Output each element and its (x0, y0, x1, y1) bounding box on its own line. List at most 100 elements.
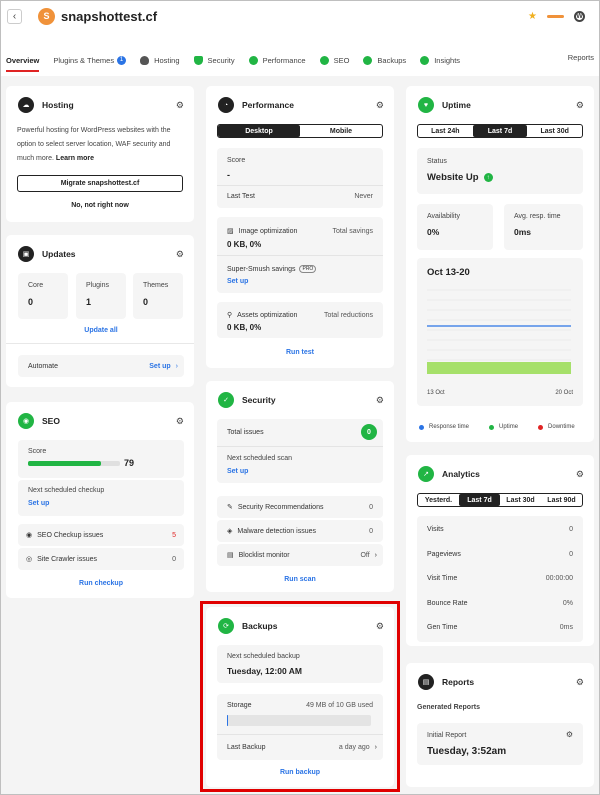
smush-setup-link[interactable]: Set up (227, 278, 248, 285)
seo-setup-link[interactable]: Set up (28, 500, 49, 507)
uptime-range-toggle: Last 24h Last 7d Last 30d (417, 124, 583, 138)
seo-issues-row[interactable]: ◉ SEO Checkup issues 5 (18, 524, 184, 546)
blocklist-row[interactable]: ▤ Blocklist monitor Off › (217, 544, 383, 566)
gear-icon[interactable]: ⚙ (576, 100, 584, 111)
tab-plugins-themes[interactable]: Plugins & Themes 1 (53, 52, 127, 68)
last-test-value: Never (354, 192, 373, 200)
response-time-value: 0ms (514, 227, 532, 237)
layers-icon: ◈ (227, 528, 233, 535)
plugins-tile[interactable]: Plugins 1 (76, 273, 126, 319)
tab-last-90d[interactable]: Last 90d (541, 494, 582, 506)
tab-label: Hosting (154, 55, 180, 65)
availability-tile: Availability 0% (417, 204, 493, 250)
themes-label: Themes (143, 282, 169, 289)
tab-yesterday[interactable]: Yesterd. (418, 494, 459, 506)
scan-setup-link[interactable]: Set up (227, 468, 248, 475)
cloud-icon: ☁ (18, 97, 34, 113)
reports-title: Reports (442, 677, 475, 687)
report-icon: ▤ (418, 674, 434, 690)
learn-more-link[interactable]: Learn more (56, 155, 94, 162)
automate-row[interactable]: Automate Set up › (18, 355, 184, 377)
recommendations-label: Security Recommendations (237, 503, 324, 511)
seo-issues-count: 5 (172, 531, 176, 539)
tab-performance[interactable]: Performance (248, 52, 306, 68)
tab-security[interactable]: Security (193, 52, 235, 68)
visits-row: Visits 0 (427, 522, 573, 536)
run-test-link[interactable]: Run test (217, 349, 383, 356)
core-tile[interactable]: Core 0 (18, 273, 68, 319)
back-button[interactable]: ‹ (7, 8, 22, 24)
themes-count: 0 (143, 297, 149, 307)
tab-last-24h[interactable]: Last 24h (418, 125, 473, 137)
security-recommendations-row[interactable]: ✎ Security Recommendations 0 (217, 496, 383, 518)
menu-bar-icon[interactable] (547, 14, 564, 18)
availability-value: 0% (427, 227, 440, 237)
gear-icon[interactable]: ⚙ (176, 416, 184, 427)
blocklist-label: Blocklist monitor (238, 551, 290, 559)
themes-tile[interactable]: Themes 0 (133, 273, 183, 319)
tab-insights[interactable]: Insights (420, 52, 460, 68)
total-issues-badge: 0 (361, 424, 377, 440)
tab-label: Overview (6, 55, 40, 65)
seo-score-value: 79 (124, 458, 135, 468)
gear-icon[interactable]: ⚙ (376, 100, 384, 111)
tab-last-30d[interactable]: Last 30d (500, 494, 541, 506)
gen-time-value: 0ms (559, 623, 573, 631)
last-test-label: Last Test (227, 192, 255, 200)
assets-optimization-value: 0 KB, 0% (227, 323, 262, 332)
tab-label: Plugins & Themes (53, 55, 115, 65)
tab-mobile[interactable]: Mobile (300, 125, 382, 137)
gear-icon[interactable]: ⚙ (576, 677, 584, 688)
tab-reports[interactable]: Reports (568, 53, 594, 62)
generated-reports-heading: Generated Reports (417, 704, 481, 711)
assets-optimization-label: Assets optimization (237, 311, 298, 319)
gear-icon[interactable]: ⚙ (176, 249, 184, 260)
image-optimization-label: Image optimization (238, 227, 298, 235)
cloud-icon (140, 55, 150, 65)
legend-dot-downtime (538, 424, 544, 430)
tab-desktop[interactable]: Desktop (218, 125, 300, 137)
updates-card: ▣ Updates ⚙ Core 0 Plugins 1 Themes 0 Up… (6, 235, 194, 387)
gear-icon[interactable]: ⚙ (376, 395, 384, 406)
analytics-icon: ↗ (418, 466, 434, 482)
image-icon: ▨ (227, 228, 234, 235)
tab-backups[interactable]: Backups (363, 52, 406, 68)
gen-time-row: Gen Time 0ms (427, 620, 573, 634)
automate-setup-link[interactable]: Set up (149, 363, 170, 370)
divider (217, 446, 383, 447)
tab-label: SEO (333, 55, 350, 65)
migrate-button[interactable]: Migrate snapshottest.cf (17, 175, 183, 192)
total-reductions-label: Total reductions (323, 311, 373, 319)
tab-last-7d[interactable]: Last 7d (459, 494, 500, 506)
monitor-icon: ▤ (227, 552, 234, 559)
decline-button[interactable]: No, not right now (17, 202, 183, 209)
seo-card: ◉ SEO ⚙ Score 79 Next scheduled checkup … (6, 402, 194, 598)
tab-overview[interactable]: Overview (6, 52, 40, 72)
tab-hosting[interactable]: Hosting (140, 52, 180, 68)
tab-last-7d[interactable]: Last 7d (472, 125, 528, 137)
tab-seo[interactable]: SEO (319, 52, 350, 68)
status-value: Website Up (427, 172, 479, 183)
run-checkup-link[interactable]: Run checkup (18, 580, 184, 587)
shield-icon: ✓ (218, 392, 234, 408)
update-all-link[interactable]: Update all (18, 327, 184, 334)
updates-icon: ▣ (18, 246, 34, 262)
tab-last-30d[interactable]: Last 30d (527, 125, 582, 137)
visits-value: 0 (569, 525, 573, 533)
site-crawler-row[interactable]: ◎ Site Crawler issues 0 (18, 548, 184, 570)
initial-report-tile[interactable]: Initial Report ⚙ Tuesday, 3:52am (417, 723, 583, 765)
star-icon[interactable]: ★ (528, 11, 537, 22)
uptime-chart-tile: Oct 13-20 13 Oct 20 Oct (417, 258, 583, 406)
chart-legend: Response time Uptime Downtime (419, 424, 585, 430)
gear-icon[interactable]: ⚙ (576, 469, 584, 480)
security-issues-tile: Total issues 0 Next scheduled scan Set u… (217, 419, 383, 483)
gear-icon[interactable]: ⚙ (566, 730, 573, 739)
malware-row[interactable]: ◈ Malware detection issues 0 (217, 520, 383, 542)
crawler-issues-count: 0 (172, 555, 176, 563)
crawler-icon: ◎ (26, 556, 33, 563)
gear-icon[interactable]: ⚙ (176, 100, 184, 111)
insights-icon (420, 55, 430, 65)
run-scan-link[interactable]: Run scan (217, 576, 383, 583)
assets-optimization-tile: ⚲ Assets optimization Total reductions 0… (217, 302, 383, 338)
wordpress-icon[interactable]: W (574, 10, 585, 22)
